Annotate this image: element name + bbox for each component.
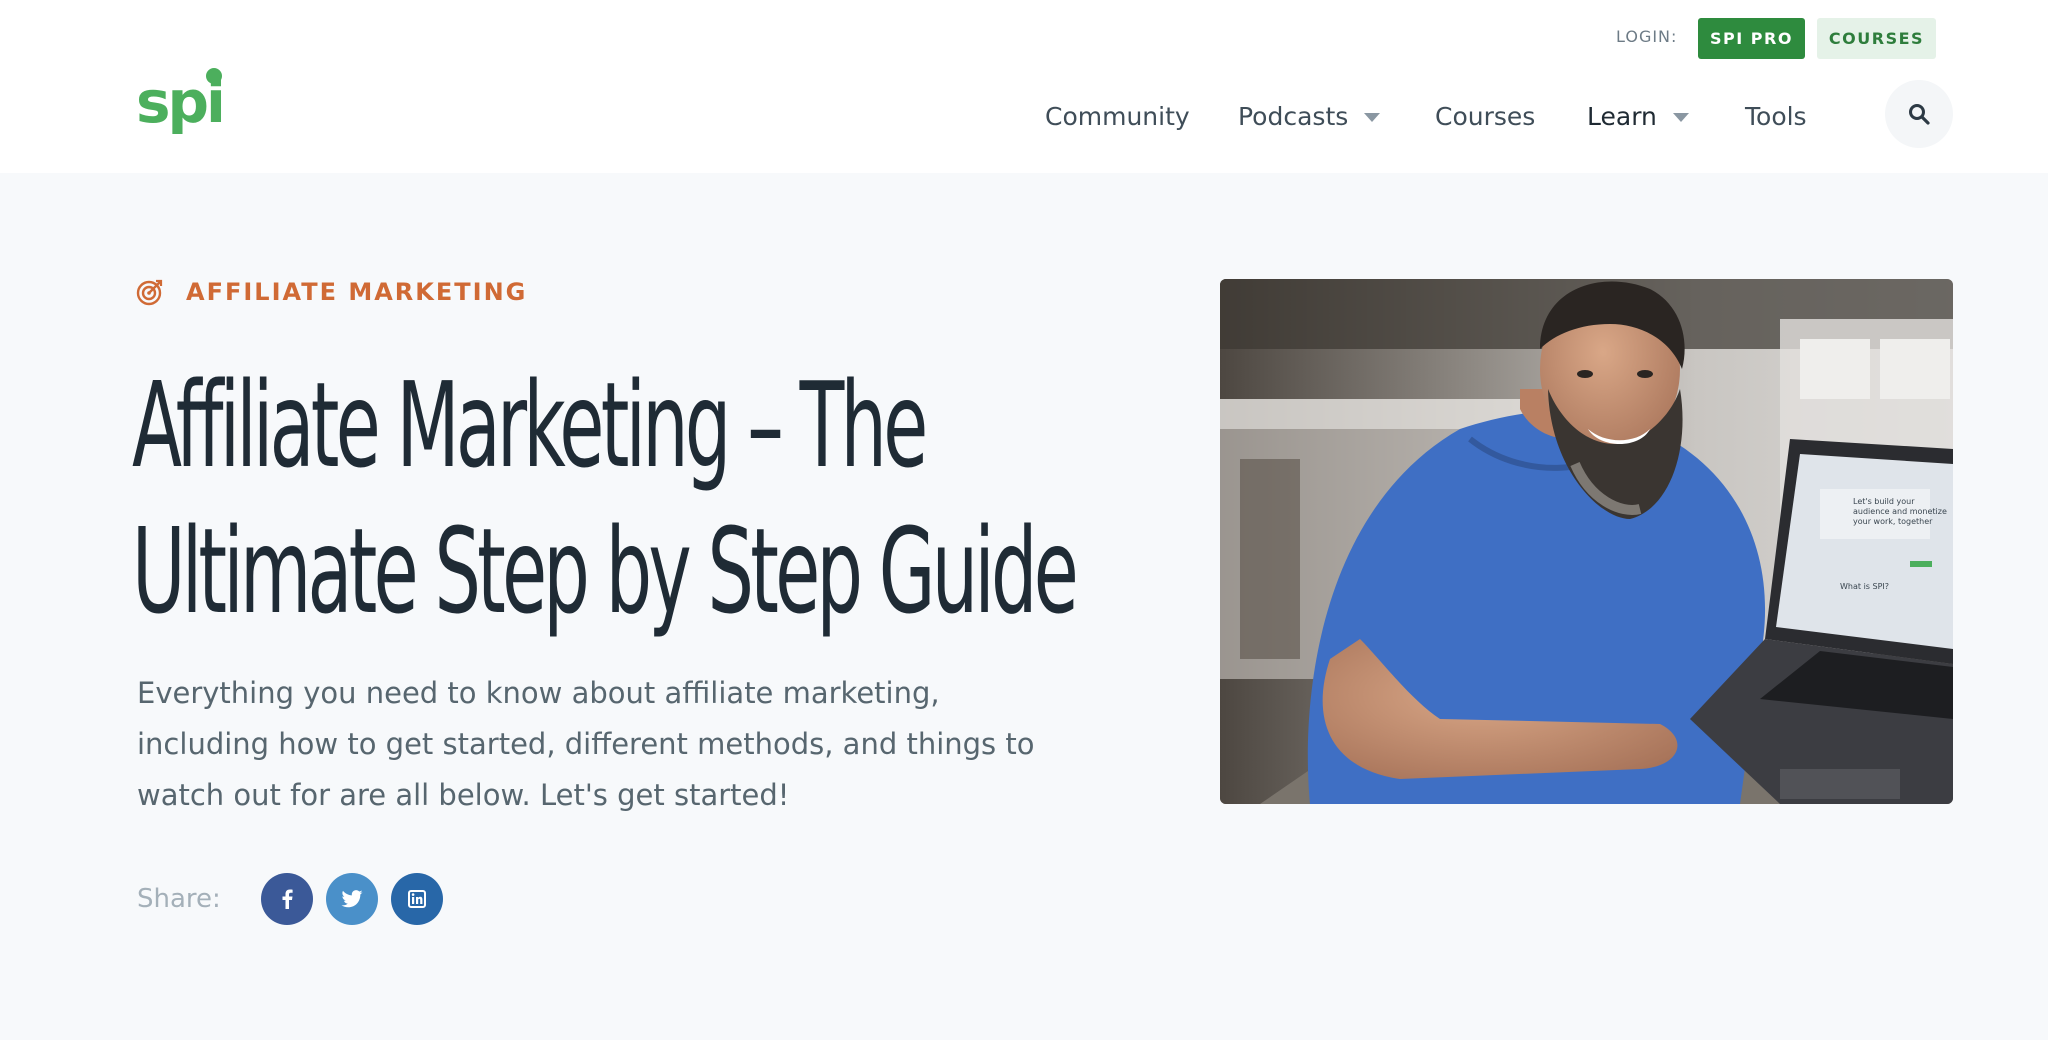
spi-logo[interactable]: spi: [136, 66, 228, 138]
hero-photo-illustration: Let's build your audience and monetize y…: [1220, 279, 1953, 804]
nav-tools-label: Tools: [1745, 101, 1807, 131]
nav-community-label: Community: [1045, 101, 1190, 131]
nav-community[interactable]: Community: [1045, 98, 1190, 134]
category-label: AFFILIATE MARKETING: [186, 278, 528, 306]
chevron-down-icon: [1672, 112, 1689, 122]
page-title-line-2: Ultimate Step by Step Guide: [132, 502, 1079, 640]
page-title-line-1: Affiliate Marketing – The: [132, 356, 928, 494]
linkedin-icon: [407, 890, 426, 908]
search-icon: [1909, 104, 1930, 125]
nav-learn[interactable]: Learn: [1587, 98, 1689, 134]
nav-tools[interactable]: Tools: [1745, 98, 1807, 134]
article-lede: Everything you need to know about affili…: [137, 676, 1035, 812]
nav-courses[interactable]: Courses: [1435, 98, 1535, 134]
twitter-icon: [341, 890, 363, 908]
laptop-screen-text-3: your work, together: [1853, 517, 1933, 526]
laptop-screen-text-2: audience and monetize: [1853, 507, 1947, 516]
nav-learn-label: Learn: [1587, 101, 1657, 131]
login-label: LOGIN:: [1616, 27, 1678, 46]
hero-image: Let's build your audience and monetize y…: [1220, 279, 1953, 804]
courses-top-button[interactable]: COURSES: [1817, 18, 1936, 59]
twitter-share-button[interactable]: [325, 873, 378, 925]
linkedin-share-button[interactable]: [390, 873, 443, 925]
laptop-screen-text-1: Let's build your: [1853, 497, 1915, 506]
search-button[interactable]: [1885, 80, 1953, 148]
chevron-down-icon: [1364, 112, 1381, 122]
spi-pro-button[interactable]: SPI PRO: [1698, 18, 1805, 59]
site-header: spi LOGIN: SPI PRO COURSES Community Pod…: [0, 0, 2048, 173]
facebook-icon: [282, 889, 293, 909]
facebook-share-button[interactable]: [260, 873, 313, 925]
nav-courses-label: Courses: [1435, 101, 1536, 131]
nav-podcasts[interactable]: Podcasts: [1238, 98, 1381, 134]
share-bar: Share:: [137, 873, 456, 925]
target-icon: [136, 279, 163, 306]
laptop-screen-text-4: What is SPI?: [1840, 582, 1889, 591]
nav-podcasts-label: Podcasts: [1238, 101, 1349, 131]
page-title: Affiliate Marketing – The Ultimate Step …: [132, 352, 1099, 644]
category-tag[interactable]: AFFILIATE MARKETING: [136, 278, 527, 306]
share-label: Share:: [137, 884, 221, 914]
